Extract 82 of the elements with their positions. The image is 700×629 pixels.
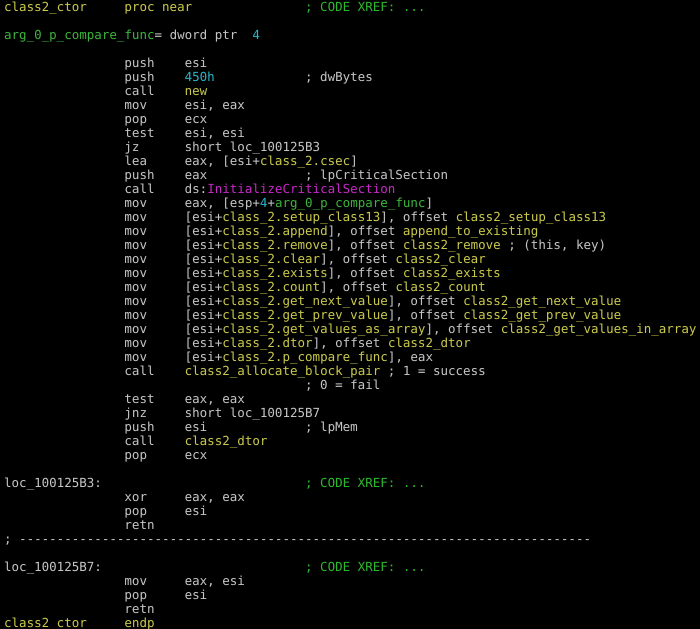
instruction-operands: new — [184, 84, 208, 98]
instruction-operands: [esi+class_2.exists], offset class2_exists — [184, 266, 501, 280]
instruction-mnemonic: mov — [124, 210, 147, 224]
instruction-operands: [esi+class_2.count], offset class2_count — [184, 280, 486, 294]
code-comment: ; lpCriticalSection — [305, 168, 448, 182]
instruction-mnemonic: pop — [124, 588, 147, 602]
instruction-operands: eax — [184, 168, 208, 182]
code-comment: ; CODE XREF: ... — [305, 560, 426, 574]
instruction-mnemonic: push — [124, 420, 155, 434]
instruction-mnemonic: mov — [124, 98, 147, 112]
instruction-mnemonic: xor — [124, 490, 147, 504]
instruction-mnemonic: lea — [124, 154, 147, 168]
code-label: class2_ctor — [4, 616, 87, 629]
instruction-mnemonic: push — [124, 70, 155, 84]
instruction-mnemonic: mov — [124, 252, 147, 266]
instruction-mnemonic: test — [124, 392, 155, 406]
instruction-mnemonic: retn — [124, 602, 155, 616]
instruction-operands: [esi+class_2.get_values_as_array], offset class2_get_values_in_array — [184, 322, 696, 336]
instruction-operands: [esi+class_2.clear], offset class2_clear — [184, 252, 486, 266]
instruction-mnemonic: jz — [124, 140, 140, 154]
code-comment: ; 0 = fail — [305, 378, 380, 392]
code-comment: ; dwBytes — [305, 70, 373, 84]
instruction-mnemonic: call — [124, 364, 155, 378]
instruction-operands: eax, [esi+class_2.csec] — [184, 154, 358, 168]
instruction-operands: esi — [184, 504, 208, 518]
instruction-mnemonic: pop — [124, 448, 147, 462]
code-comment: ; CODE XREF: ... — [305, 0, 426, 14]
instruction-mnemonic: mov — [124, 350, 147, 364]
instruction-operands: [esi+class_2.get_prev_value], offset class2_get_prev_value — [184, 308, 622, 322]
instruction-operands: ds:InitializeCriticalSection — [184, 182, 396, 196]
code-label: class2_ctor — [4, 0, 87, 14]
instruction-mnemonic: mov — [124, 224, 147, 238]
instruction-operands: esi, eax — [184, 98, 245, 112]
instruction-operands: eax, [esp+4+arg_0_p_compare_func] — [184, 196, 433, 210]
code-comment: ; lpMem — [305, 420, 358, 434]
instruction-mnemonic: mov — [124, 294, 147, 308]
instruction-operands: class2_allocate_block_pair — [184, 364, 380, 378]
instruction-operands: [esi+class_2.setup_class13], offset class2_setup_class13 — [184, 210, 606, 224]
code-comment: ; (this, key) — [508, 238, 606, 252]
instruction-operands: 450h — [184, 70, 215, 84]
instruction-mnemonic: mov — [124, 238, 147, 252]
instruction-operands: [esi+class_2.remove], offset class2_remove — [184, 238, 501, 252]
instruction-operands: esi — [184, 56, 208, 70]
separator-line: ; ---------------------------------------------------------------------------- — [4, 532, 591, 546]
instruction-mnemonic: mov — [124, 574, 147, 588]
instruction-operands: ecx — [184, 448, 208, 462]
instruction-operands: short loc_100125B3 — [184, 140, 320, 154]
instruction-operands: eax, eax — [184, 490, 245, 504]
instruction-operands: [esi+class_2.dtor], offset class2_dtor — [184, 336, 471, 350]
instruction-mnemonic: jnz — [124, 406, 147, 420]
code-label: loc_100125B7: — [4, 560, 102, 574]
instruction-mnemonic: mov — [124, 266, 147, 280]
instruction-mnemonic: retn — [124, 518, 155, 532]
instruction-mnemonic: push — [124, 56, 155, 70]
instruction-operands: eax, esi — [184, 574, 245, 588]
instruction-operands: esi, esi — [184, 126, 245, 140]
instruction-operands: short loc_100125B7 — [184, 406, 320, 420]
instruction-mnemonic: push — [124, 168, 155, 182]
instruction-operands: class2_dtor — [184, 434, 268, 448]
code-label: loc_100125B3: — [4, 476, 102, 490]
instruction-operands: esi — [184, 588, 208, 602]
instruction-operands: ecx — [184, 112, 208, 126]
instruction-mnemonic: mov — [124, 336, 147, 350]
code-comment: ; CODE XREF: ... — [305, 476, 426, 490]
instruction-mnemonic: proc near — [124, 0, 192, 14]
code-comment: ; 1 = success — [388, 364, 486, 378]
instruction-mnemonic: pop — [124, 504, 147, 518]
instruction-mnemonic: mov — [124, 280, 147, 294]
instruction-mnemonic: call — [124, 182, 155, 196]
instruction-mnemonic: mov — [124, 196, 147, 210]
instruction-operands: eax, eax — [184, 392, 245, 406]
instruction-operands: [esi+class_2.append], offset append_to_existing — [184, 224, 538, 238]
instruction-mnemonic: mov — [124, 322, 147, 336]
instruction-operands: [esi+class_2.p_compare_func], eax — [184, 350, 433, 364]
instruction-operands: [esi+class_2.get_next_value], offset class2_get_next_value — [184, 294, 622, 308]
instruction-mnemonic: mov — [124, 308, 147, 322]
stack-variable-definition: arg_0_p_compare_func= dword ptr 4 — [4, 28, 260, 42]
instruction-mnemonic: pop — [124, 112, 147, 126]
instruction-operands: esi — [184, 420, 208, 434]
instruction-mnemonic: test — [124, 126, 155, 140]
instruction-mnemonic: call — [124, 434, 155, 448]
instruction-mnemonic: call — [124, 84, 155, 98]
